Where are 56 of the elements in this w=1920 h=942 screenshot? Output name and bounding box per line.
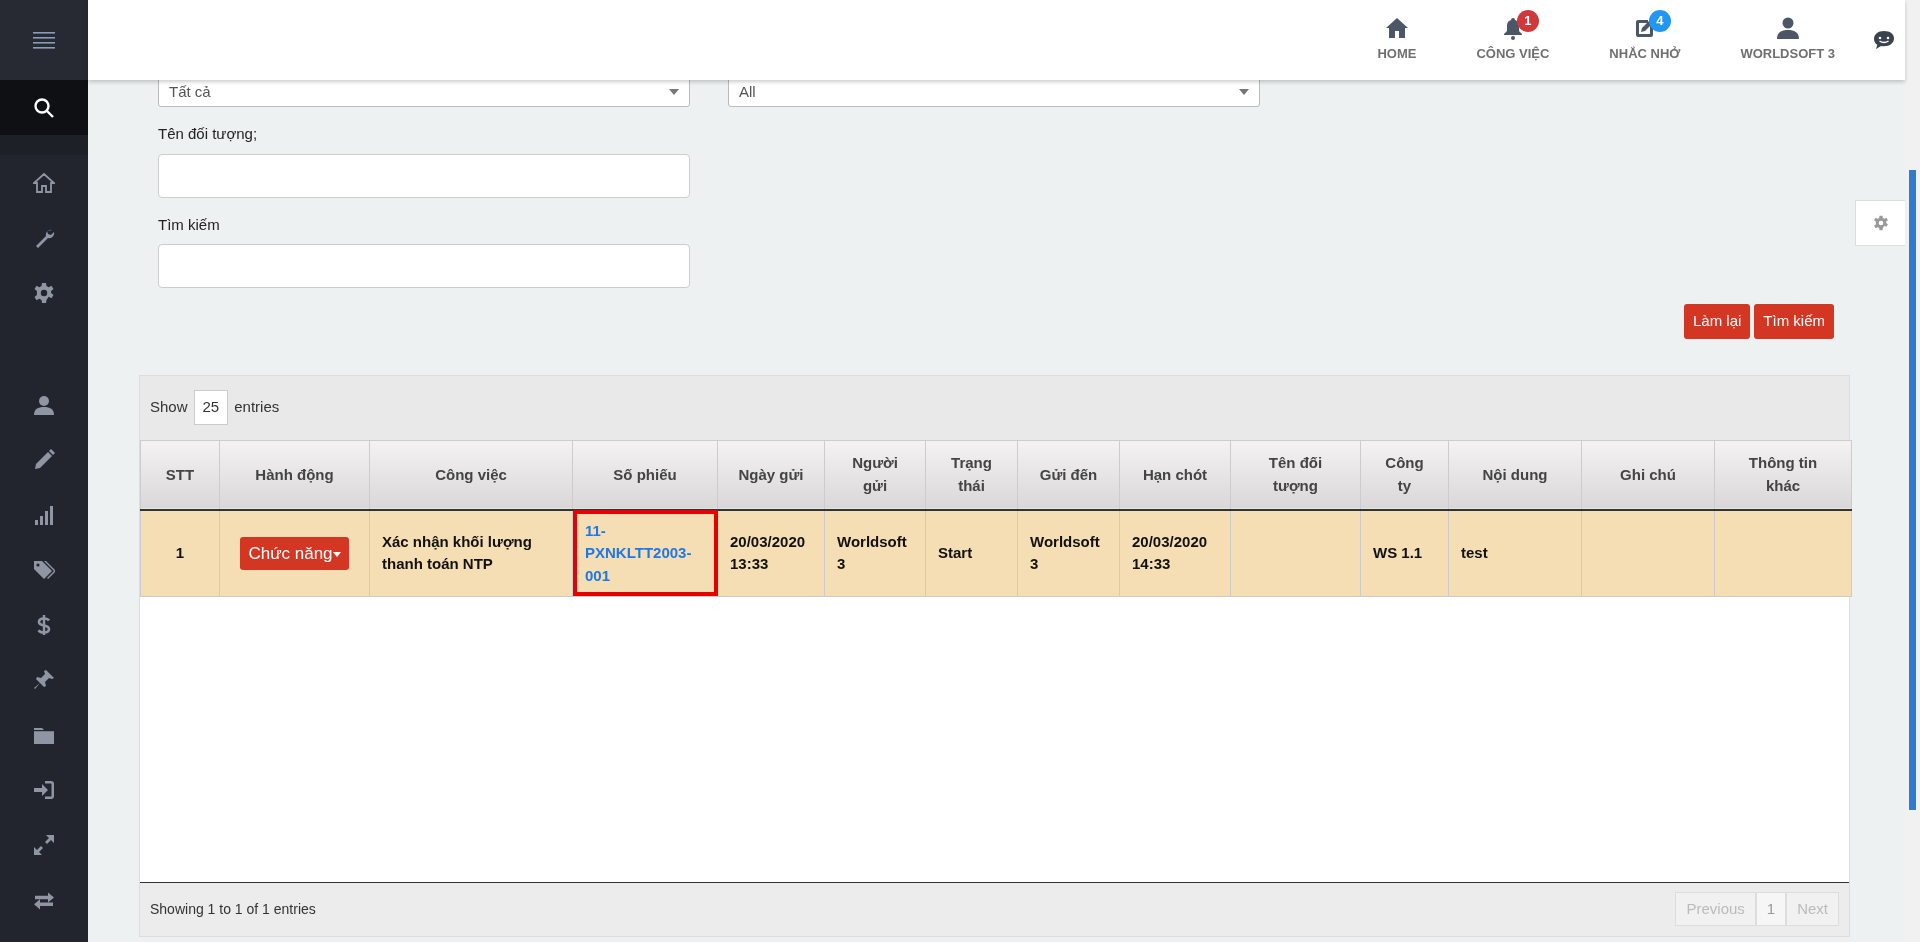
column-header[interactable]: Gửi đến xyxy=(1017,440,1120,510)
home-icon xyxy=(1384,16,1409,41)
nav-item[interactable]: HOME xyxy=(1347,0,1447,80)
column-header[interactable]: Hạn chót xyxy=(1119,440,1231,510)
column-header[interactable]: Ghi chú xyxy=(1581,440,1715,510)
column-header[interactable]: Tên đối tượng xyxy=(1230,440,1361,510)
column-header[interactable]: Hành động xyxy=(219,440,370,510)
table-cell: 20/03/2020 14:33 xyxy=(1119,510,1231,596)
nav-item[interactable]: NHẮC NHỞ 4 xyxy=(1579,0,1711,80)
table-cell: Xác nhận khối lượng thanh toán NTP xyxy=(369,510,573,596)
sign-in-icon[interactable] xyxy=(33,778,55,801)
user-icon xyxy=(1775,16,1800,41)
column-header[interactable]: Công việc xyxy=(369,440,573,510)
count-badge: 1 xyxy=(1516,10,1539,32)
expand-icon[interactable] xyxy=(33,833,55,856)
count-badge: 4 xyxy=(1648,10,1671,32)
home-icon[interactable] xyxy=(33,171,55,194)
bar-chart-icon[interactable] xyxy=(33,503,55,526)
column-header[interactable]: Thông tin khác xyxy=(1714,440,1852,510)
table-cell: WS 1.1 xyxy=(1360,510,1449,596)
table-cell: Worldsoft 3 xyxy=(824,510,926,596)
length-label: entries xyxy=(234,397,280,418)
table-info: Showing 1 to 1 of 1 entries xyxy=(150,899,316,919)
action-button[interactable]: Tìm kiếm xyxy=(1754,304,1834,339)
input-field[interactable] xyxy=(158,244,690,288)
field-label: Tìm kiếm xyxy=(158,214,221,235)
user-icon[interactable] xyxy=(33,393,55,416)
table-cell: Start xyxy=(925,510,1018,596)
tags-icon[interactable] xyxy=(33,558,55,581)
menu-icon[interactable] xyxy=(33,31,55,49)
length-label: Show xyxy=(150,397,188,418)
gear-icon[interactable] xyxy=(33,281,55,304)
column-header[interactable]: Người gửi xyxy=(824,440,926,510)
table-cell: Worldsoft 3 xyxy=(1017,510,1120,596)
pencil-icon[interactable] xyxy=(33,448,55,471)
column-header[interactable]: Nội dung xyxy=(1448,440,1582,510)
chat-icon[interactable] xyxy=(1873,30,1895,50)
column-header[interactable]: Công ty xyxy=(1360,440,1449,510)
gear-icon xyxy=(1872,215,1889,231)
table-cell: test xyxy=(1448,510,1582,596)
settings-button[interactable] xyxy=(1855,200,1905,246)
nav-item[interactable]: CÔNG VIỆC 1 xyxy=(1446,0,1580,80)
page-length-select[interactable]: 25 xyxy=(193,390,229,425)
pin-icon[interactable] xyxy=(33,668,55,691)
field-label: Tên đối tượng; xyxy=(158,124,259,144)
action-button[interactable]: Làm lại xyxy=(1683,304,1751,339)
column-header[interactable]: Ngày gửi xyxy=(717,440,825,510)
column-header[interactable]: STT xyxy=(140,440,220,510)
table-cell: 20/03/2020 13:33 xyxy=(717,510,825,596)
input-field[interactable] xyxy=(158,153,690,198)
function-dropdown-button[interactable]: Chức năng xyxy=(240,536,349,570)
table-cell: 1 xyxy=(140,510,220,596)
column-header[interactable]: Số phiếu xyxy=(572,440,718,510)
nav-item[interactable]: WORLDSOFT 3 xyxy=(1710,0,1865,80)
column-header[interactable]: Trạng thái xyxy=(925,440,1018,510)
search-icon[interactable] xyxy=(33,96,55,119)
